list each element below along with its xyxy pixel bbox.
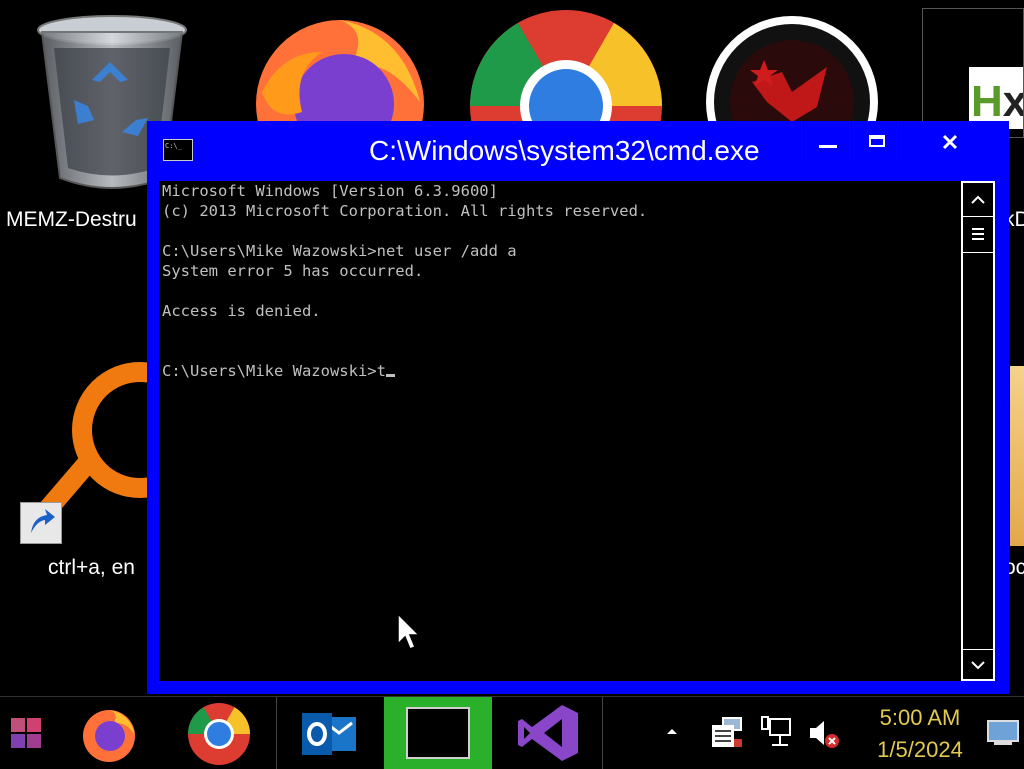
- minimize-button[interactable]: [803, 121, 851, 161]
- maximize-icon: [869, 135, 885, 147]
- show-desktop-button[interactable]: [986, 719, 1020, 747]
- firefox-icon: [83, 710, 135, 762]
- console-line: Microsoft Windows [Version 6.3.9600]: [162, 182, 498, 200]
- network-icon[interactable]: [760, 715, 794, 749]
- recycle-bin-label[interactable]: MEMZ-Destru: [6, 208, 137, 232]
- outlook-task-button[interactable]: [280, 697, 380, 769]
- title-bar[interactable]: C:\_ C:\Windows\system32\cmd.exe: [147, 121, 1009, 181]
- close-icon: [942, 134, 958, 150]
- console-line: [159, 221, 961, 241]
- start-button[interactable]: [0, 697, 56, 769]
- cmd-task-icon: [406, 707, 470, 759]
- visual-studio-icon: [518, 705, 578, 761]
- mouse-pointer-icon: [397, 612, 421, 650]
- console-line: System error 5 has occurred.: [162, 262, 424, 280]
- scroll-down-button[interactable]: [963, 649, 993, 679]
- console-line: Access is denied.: [162, 302, 321, 320]
- shortcut-arrow-icon: [20, 502, 62, 544]
- scroll-up-button[interactable]: [963, 183, 993, 217]
- typed-input[interactable]: t: [377, 362, 386, 380]
- outlook-icon: [302, 713, 356, 755]
- grip-icon: [972, 228, 984, 240]
- maximize-button[interactable]: [851, 121, 903, 161]
- monitor-icon: [987, 720, 1019, 745]
- text-cursor: [385, 374, 395, 377]
- chrome-desktop-icon[interactable]: [466, 6, 666, 122]
- windows-logo-icon: [11, 718, 41, 748]
- clock-date: 1/5/2024: [877, 737, 963, 762]
- cmd-app-icon[interactable]: C:\_: [163, 139, 193, 161]
- firefox-task-button[interactable]: [60, 697, 160, 769]
- console-line: (c) 2013 Microsoft Corporation. All righ…: [162, 202, 648, 220]
- visual-studio-task-button[interactable]: [496, 697, 600, 769]
- magnifier-desktop-icon[interactable]: [20, 360, 155, 550]
- folder-desktop-icon[interactable]: [1010, 366, 1024, 546]
- chrome-icon: [188, 703, 250, 765]
- console-line: [159, 281, 961, 301]
- console-line: C:\Users\Mike Wazowski>net user /add a: [162, 242, 517, 260]
- minimize-icon: [819, 145, 837, 148]
- vertical-scrollbar[interactable]: [961, 181, 995, 681]
- clock[interactable]: 5:00 AM 1/5/2024: [860, 697, 980, 769]
- command-input-line[interactable]: C:\Users\Mike Wazowski>t: [159, 361, 961, 381]
- volume-muted-icon[interactable]: [806, 717, 842, 749]
- scroll-thumb[interactable]: [963, 217, 993, 253]
- chevron-down-icon: [971, 661, 985, 670]
- console-line: [159, 341, 961, 361]
- chevron-up-icon: [971, 195, 985, 204]
- chrome-task-button[interactable]: [168, 697, 272, 769]
- clock-time: 5:00 AM: [879, 705, 961, 730]
- window-title: C:\Windows\system32\cmd.exe: [369, 135, 760, 166]
- action-center-icon[interactable]: [710, 715, 744, 749]
- emblem-desktop-icon[interactable]: [702, 12, 882, 122]
- prompt: C:\Users\Mike Wazowski>: [162, 362, 377, 380]
- chevron-up-icon: [667, 729, 677, 734]
- cmd-task-button[interactable]: [384, 697, 492, 769]
- search-tool-label[interactable]: ctrl+a, en: [48, 556, 135, 580]
- show-hidden-icons-button[interactable]: [660, 719, 684, 743]
- hxd-desktop-icon[interactable]: Hx: [922, 8, 1024, 138]
- cmd-window[interactable]: C:\_ C:\Windows\system32\cmd.exe Microso…: [147, 121, 1009, 694]
- firefox-desktop-icon[interactable]: [252, 12, 427, 122]
- taskbar: 5:00 AM 1/5/2024: [0, 696, 1024, 769]
- console-output[interactable]: Microsoft Windows [Version 6.3.9600] (c)…: [159, 181, 961, 681]
- close-button[interactable]: [903, 121, 995, 161]
- console-line: [159, 321, 961, 341]
